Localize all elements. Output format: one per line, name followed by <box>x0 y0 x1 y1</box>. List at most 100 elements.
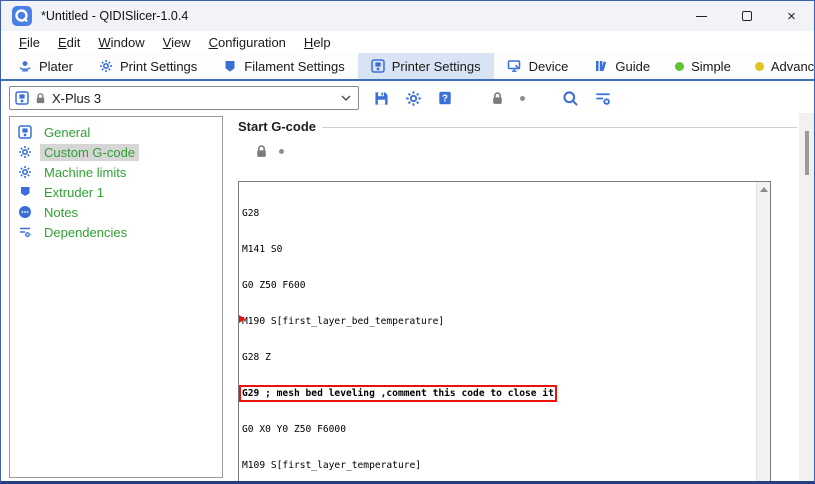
main-panel: Start G-code G28 M141 S0 G0 Z50 F600 M19… <box>231 113 799 481</box>
device-icon <box>507 59 522 73</box>
mode-advanced[interactable]: Advanced <box>743 53 815 79</box>
printer-preset-combo[interactable]: X-Plus 3 <box>9 86 359 110</box>
notes-icon <box>18 205 32 219</box>
printer-icon <box>18 125 32 139</box>
gcode-line: M109 S[first_layer_temperature] <box>242 460 756 472</box>
tab-label: Printer Settings <box>392 59 481 74</box>
textarea-scrollbar[interactable] <box>756 182 770 483</box>
tab-device[interactable]: Device <box>494 53 582 79</box>
sidebar-item-machine-limits[interactable]: Machine limits <box>10 162 222 182</box>
menu-view[interactable]: View <box>154 33 200 52</box>
tab-printer-settings[interactable]: Printer Settings <box>358 53 494 79</box>
settings-sidebar: General Custom G-code Machine limits Ext… <box>9 116 223 478</box>
printer-icon <box>15 91 29 105</box>
title-bar[interactable]: *Untitled - QIDISlicer-1.0.4 × <box>1 1 814 31</box>
value-dot-icon <box>520 96 525 101</box>
section-header: Start G-code <box>238 119 797 134</box>
gcode-line: G0 X0 Y0 Z50 F6000 <box>242 424 756 436</box>
sidebar-item-label: General <box>40 124 94 141</box>
tab-label: Device <box>529 59 569 74</box>
sidebar-item-notes[interactable]: Notes <box>10 202 222 222</box>
tab-label: Print Settings <box>120 59 197 74</box>
lock-icon <box>34 92 47 105</box>
tab-label: Plater <box>39 59 73 74</box>
tab-bar: Plater Print Settings Filament Settings … <box>1 53 814 81</box>
section-rule <box>322 127 797 128</box>
lock-icon <box>490 91 505 106</box>
gcode-line: M141 S0 <box>242 244 756 256</box>
lock-icon[interactable] <box>254 144 269 159</box>
value-dot-icon[interactable] <box>279 149 284 154</box>
app-icon <box>12 6 32 26</box>
tab-print-settings[interactable]: Print Settings <box>86 53 210 79</box>
window-title: *Untitled - QIDISlicer-1.0.4 <box>41 9 188 23</box>
mode-group: Simple Advanced Expert <box>663 53 815 79</box>
simple-dot-icon <box>675 62 684 71</box>
menu-file[interactable]: File <box>10 33 49 52</box>
sidebar-item-dependencies[interactable]: Dependencies <box>10 222 222 242</box>
advanced-dot-icon <box>755 62 764 71</box>
menu-configuration[interactable]: Configuration <box>200 33 295 52</box>
search-button[interactable] <box>562 90 579 107</box>
gear-icon <box>99 59 113 73</box>
help-book-button[interactable]: ? <box>437 90 453 106</box>
mode-label: Simple <box>691 59 731 74</box>
preset-settings-button[interactable] <box>405 90 422 107</box>
minimize-button[interactable] <box>679 1 724 31</box>
gcode-text: G28 M141 S0 G0 Z50 F600 M190 S[first_lay… <box>239 182 756 483</box>
minimize-icon <box>696 16 707 17</box>
sidebar-item-custom-gcode[interactable]: Custom G-code <box>10 142 222 162</box>
menu-bar: File Edit Window View Configuration Help <box>1 31 814 53</box>
gcode-line: G28 Z <box>242 352 756 364</box>
extruder-icon <box>18 185 32 199</box>
gcode-line: G0 Z50 F600 <box>242 280 756 292</box>
scroll-up-arrow-icon[interactable] <box>760 187 768 192</box>
tab-label: Filament Settings <box>244 59 344 74</box>
sidebar-item-label: Machine limits <box>40 164 130 181</box>
app-window: *Untitled - QIDISlicer-1.0.4 × File Edit… <box>0 0 815 484</box>
gcode-line: M190 S[first_layer_bed_temperature] <box>242 316 756 328</box>
plater-icon <box>18 59 32 73</box>
section-title: Start G-code <box>238 119 316 134</box>
panel-scrollbar[interactable] <box>799 113 814 481</box>
sidebar-item-label: Extruder 1 <box>40 184 108 201</box>
chevron-down-icon <box>341 95 351 101</box>
dependencies-icon <box>18 225 32 239</box>
content-area: General Custom G-code Machine limits Ext… <box>1 113 814 481</box>
sidebar-item-general[interactable]: General <box>10 122 222 142</box>
maximize-icon <box>742 11 752 21</box>
panel-scrollbar-thumb[interactable] <box>805 131 809 175</box>
close-button[interactable]: × <box>769 1 814 31</box>
svg-text:?: ? <box>442 93 448 104</box>
gcode-line: G28 <box>242 208 756 220</box>
tab-label: Guide <box>615 59 650 74</box>
guide-icon <box>594 59 608 73</box>
tab-guide[interactable]: Guide <box>581 53 663 79</box>
mode-simple[interactable]: Simple <box>663 53 743 79</box>
highlight-box: G29 ; mesh bed leveling ,comment this co… <box>242 388 554 399</box>
option-flags <box>254 144 799 159</box>
menu-help[interactable]: Help <box>295 33 340 52</box>
mode-label: Advanced <box>771 59 815 74</box>
sidebar-item-label: Dependencies <box>40 224 131 241</box>
menu-edit[interactable]: Edit <box>49 33 89 52</box>
red-annotation-arrow-icon <box>238 304 245 334</box>
preset-toolbar: X-Plus 3 ? <box>1 83 814 113</box>
tab-filament-settings[interactable]: Filament Settings <box>210 53 357 79</box>
menu-window[interactable]: Window <box>89 33 153 52</box>
save-preset-button[interactable] <box>373 90 390 107</box>
printer-icon <box>371 59 385 73</box>
tab-plater[interactable]: Plater <box>5 53 86 79</box>
close-icon: × <box>787 9 796 24</box>
search-settings-button[interactable] <box>594 90 612 107</box>
gcode-line-highlighted: G29 ; mesh bed leveling ,comment this co… <box>242 388 756 400</box>
gear-icon <box>18 165 32 179</box>
sidebar-item-label: Custom G-code <box>40 144 139 161</box>
gear-icon <box>18 145 32 159</box>
preset-name: X-Plus 3 <box>52 91 336 106</box>
filament-icon <box>223 59 237 73</box>
sidebar-item-label: Notes <box>40 204 82 221</box>
maximize-button[interactable] <box>724 1 769 31</box>
sidebar-item-extruder-1[interactable]: Extruder 1 <box>10 182 222 202</box>
start-gcode-textarea[interactable]: G28 M141 S0 G0 Z50 F600 M190 S[first_lay… <box>238 181 771 484</box>
